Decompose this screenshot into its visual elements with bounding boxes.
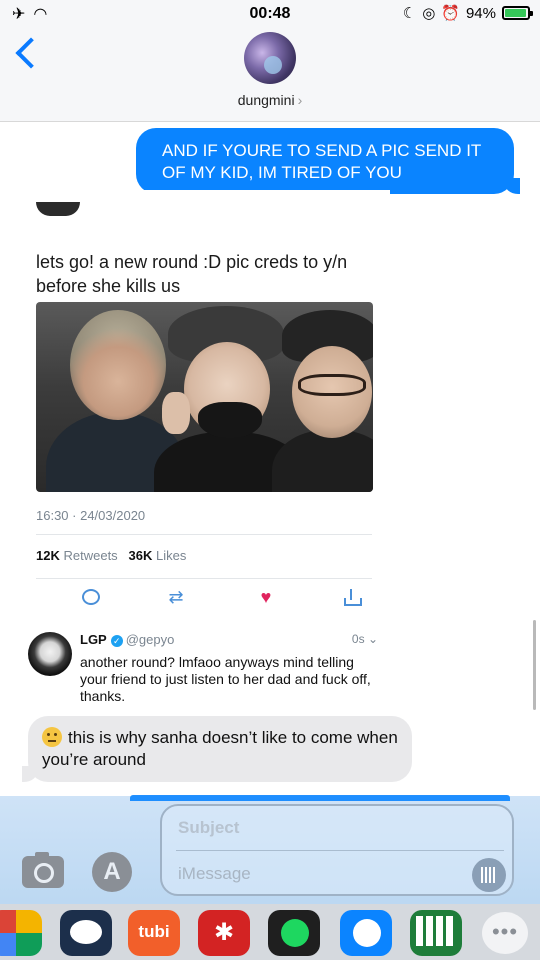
camera-button[interactable]: [22, 852, 64, 888]
composer-highlight: [130, 795, 510, 801]
share-icon[interactable]: [340, 586, 364, 608]
tweet-actions: ⇄ ♥: [36, 586, 372, 610]
tweet-screenshot[interactable]: lets go! a new round :D pic creds to y/n…: [22, 190, 390, 620]
message-input-box[interactable]: Subject iMessage: [160, 804, 514, 896]
battery-icon: [502, 6, 533, 20]
audio-message-icon[interactable]: [472, 858, 506, 892]
messages-screen: ✈ ◠ 00:48 ☾ ◎ ⏰ 94% dungmini › AND IF YOU…: [0, 0, 540, 960]
reply-author: LGP ✓ @gepyo: [80, 632, 174, 647]
reply-text: another round? lmfaoo anyways mind telli…: [80, 654, 371, 704]
back-button[interactable]: [14, 36, 38, 70]
spotify-app-icon[interactable]: [268, 910, 320, 956]
status-right: ☾ ◎ ⏰ 94%: [402, 4, 533, 22]
reply-time: 0s ⌄: [352, 632, 378, 646]
reply-name: LGP: [80, 632, 107, 647]
reply-avatar: [28, 632, 72, 676]
like-label: Likes: [156, 548, 187, 563]
tweet-photo: [36, 302, 373, 492]
photo-figure: [162, 392, 190, 434]
alarm-icon: ⏰: [441, 5, 460, 22]
battery-percent: 94%: [465, 4, 496, 22]
status-bar: ✈ ◠ 00:48 ☾ ◎ ⏰ 94%: [0, 0, 540, 28]
moon-icon: ☾: [402, 5, 417, 22]
tweet-text: lets go! a new round :D pic creds to y/n…: [36, 252, 348, 296]
tweet-timestamp: 16:30 · 24/03/2020: [36, 508, 146, 523]
verified-badge-icon: ✓: [110, 634, 123, 647]
contact-name: dungmini: [237, 92, 295, 108]
game-app-icon[interactable]: [60, 910, 112, 956]
divider: [36, 534, 372, 535]
received-message-text: this is why sanha doesn’t like to come w…: [42, 728, 398, 769]
more-apps-button[interactable]: •••: [482, 912, 528, 954]
retweet-label: Retweets: [63, 548, 118, 563]
reply-time-text: 0s: [351, 632, 365, 646]
chevron-right-icon: ›: [297, 92, 303, 108]
retweet-icon[interactable]: ⇄: [164, 586, 188, 608]
app-drawer: tubi ✱ •••: [0, 904, 540, 960]
contact-name-button[interactable]: dungmini ›: [0, 92, 540, 108]
app-store-button[interactable]: A: [92, 852, 132, 892]
rotation-lock-icon: ◎: [422, 5, 436, 22]
divider: [36, 578, 372, 579]
reply-icon[interactable]: [78, 586, 102, 608]
sent-message-bubble[interactable]: AND IF YOURE TO SEND A PIC SEND IT OF MY…: [136, 128, 520, 194]
photo-figure: [198, 402, 262, 438]
photo-figure: [272, 430, 373, 492]
reply-handle: @gepyo: [125, 632, 175, 647]
neutral-face-emoji-icon: [42, 727, 62, 747]
divider: [176, 850, 504, 851]
solitaire-app-icon[interactable]: [410, 910, 462, 956]
scroll-indicator[interactable]: [533, 620, 536, 710]
photos-app-icon[interactable]: [0, 910, 42, 956]
subject-field[interactable]: Subject: [178, 818, 239, 838]
tubi-app-icon[interactable]: tubi: [128, 910, 180, 956]
retweet-count: 12K: [36, 548, 60, 563]
photo-figure: [70, 310, 166, 420]
photo-figure: [298, 374, 366, 396]
shazam-app-icon[interactable]: [340, 910, 392, 956]
received-message-bubble[interactable]: this is why sanha doesn’t like to come w…: [22, 716, 412, 782]
reply-tweet[interactable]: LGP ✓ @gepyo 0s ⌄ another round? lmfaoo an…: [22, 622, 390, 718]
tweet-author-avatar: [36, 202, 80, 216]
heart-icon[interactable]: ♥: [254, 586, 278, 608]
imessage-input[interactable]: iMessage: [178, 864, 251, 884]
yelp-app-icon[interactable]: ✱: [198, 910, 250, 956]
chevron-down-icon[interactable]: ⌄: [368, 632, 378, 646]
contact-avatar[interactable]: [244, 32, 296, 84]
tweet-stats: 12K Retweets 36K Likes: [36, 548, 186, 563]
like-count: 36K: [128, 548, 153, 563]
conversation-header: ✈ ◠ 00:48 ☾ ◎ ⏰ 94% dungmini ›: [0, 0, 540, 122]
